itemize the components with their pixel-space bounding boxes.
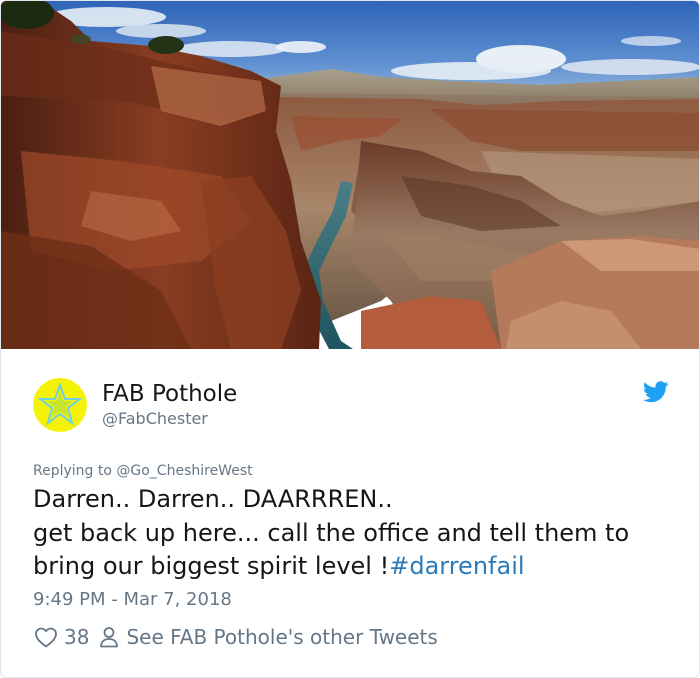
hashtag-link[interactable]: #darrenfail [389,552,524,580]
replying-to-prefix: Replying to [33,463,117,479]
like-button[interactable]: 38 [34,625,99,649]
tweet-text-line: Darren.. Darren.. DAARRREN.. [33,485,393,513]
tweet-text: Darren.. Darren.. DAARRREN.. get back up… [33,483,673,584]
twitter-bird-icon[interactable] [643,381,669,403]
other-tweets-label: See FAB Pothole's other Tweets [126,625,438,649]
replying-to-line: Replying to @Go_CheshireWest [33,462,253,480]
other-tweets-link[interactable]: See FAB Pothole's other Tweets [99,625,438,649]
tweet-actions: 38 See FAB Pothole's other Tweets [34,623,438,651]
tweet-card: FAB Pothole @FabChester Replying to @Go_… [0,0,700,678]
tweet-text-line: get back up here... call the office and … [33,518,630,547]
tweet-photo[interactable] [1,1,699,349]
tweet-text-line: bring our biggest spirit level ! [33,552,390,580]
author-handle[interactable]: @FabChester [102,409,208,429]
like-count: 38 [64,625,90,649]
star-avatar-icon [33,378,87,432]
author-avatar[interactable] [33,378,87,432]
author-display-name[interactable]: FAB Pothole [102,380,237,408]
canyon-photo [1,1,699,349]
reply-to-handle-link[interactable]: @Go_CheshireWest [116,463,252,479]
person-icon [100,627,119,648]
heart-icon [35,627,57,648]
tweet-timestamp[interactable]: 9:49 PM - Mar 7, 2018 [33,589,232,611]
